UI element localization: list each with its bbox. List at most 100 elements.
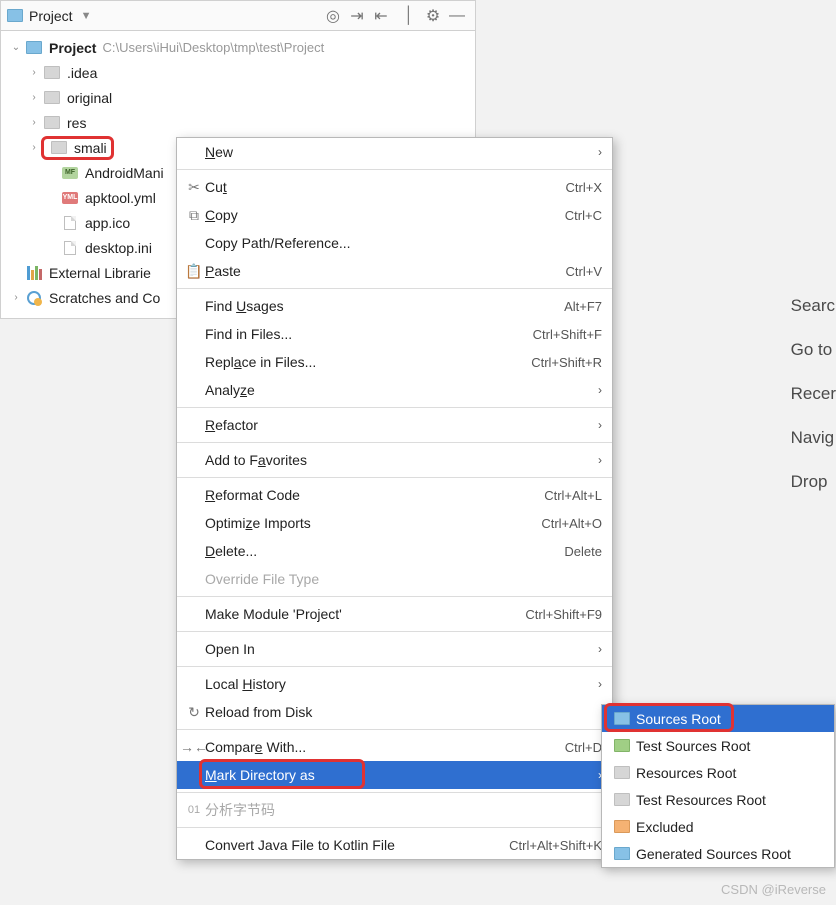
menu-item[interactable]: Mark Directory as›	[177, 761, 612, 789]
cut-icon: ✂	[183, 179, 205, 196]
project-panel-header: Project ▼ ◎ ⇥ ⇤ │ ⚙ —	[1, 1, 475, 31]
tree-root[interactable]: ⌄ Project C:\Users\iHui\Desktop\tmp\test…	[1, 35, 475, 60]
menu-item[interactable]: ✂CutCtrl+X	[177, 173, 612, 201]
menu-item-label: Make Module 'Project'	[205, 606, 342, 622]
menu-item[interactable]: ↻Reload from Disk	[177, 698, 612, 726]
menu-item[interactable]: Convert Java File to Kotlin FileCtrl+Alt…	[177, 831, 612, 859]
menu-item[interactable]: New›	[177, 138, 612, 166]
menu-item-label: Optimize Imports	[205, 515, 311, 531]
resources-root-icon	[614, 766, 630, 779]
menu-shortcut: Delete	[564, 544, 602, 559]
expand-arrow-icon[interactable]: ›	[27, 92, 41, 103]
menu-item[interactable]: Open In›	[177, 635, 612, 663]
menu-item[interactable]: Replace in Files...Ctrl+Shift+R	[177, 348, 612, 376]
chevron-right-icon: ›	[598, 383, 602, 397]
manifest-file-icon: MF	[62, 167, 78, 179]
menu-separator	[177, 827, 612, 828]
submenu-item[interactable]: Test Resources Root	[602, 786, 834, 813]
collapse-all-icon[interactable]: ⇥	[345, 4, 369, 28]
menu-item-label: Reload from Disk	[205, 704, 312, 720]
expand-arrow-icon[interactable]: ›	[27, 117, 41, 128]
menu-item-label: Delete...	[205, 543, 257, 559]
menu-separator	[177, 169, 612, 170]
tree-item[interactable]: › res	[1, 110, 475, 135]
menu-item[interactable]: Optimize Imports Ctrl+Alt+O	[177, 509, 612, 537]
submenu-item[interactable]: Test Sources Root	[602, 732, 834, 759]
expand-arrow-icon[interactable]: ›	[9, 292, 23, 303]
menu-separator	[177, 631, 612, 632]
tree-item-label: .idea	[67, 65, 97, 81]
menu-item[interactable]: Add to Favorites ›	[177, 446, 612, 474]
watermark: CSDN @iReverse	[721, 882, 826, 897]
menu-item-label: Find Usages	[205, 298, 284, 314]
menu-item[interactable]: Make Module 'Project' Ctrl+Shift+F9	[177, 600, 612, 628]
menu-separator	[177, 442, 612, 443]
chevron-down-icon[interactable]: ▼	[81, 10, 92, 22]
menu-item-label: Add to Favorites	[205, 452, 307, 468]
menu-shortcut: Ctrl+Alt+L	[544, 488, 602, 503]
menu-item[interactable]: →←Compare With... Ctrl+D	[177, 733, 612, 761]
menu-item-label: Local History	[205, 676, 286, 692]
tree-item[interactable]: › .idea	[1, 60, 475, 85]
menu-item[interactable]: 📋PasteCtrl+V	[177, 257, 612, 285]
menu-item-label: Find in Files...	[205, 326, 292, 342]
locate-icon[interactable]: ◎	[321, 4, 345, 28]
hint-text: Navig	[787, 428, 836, 448]
menu-item-label: Copy	[205, 207, 238, 223]
welcome-hints: Searc Go to Recer Navig Drop	[787, 296, 836, 516]
expand-arrow-icon[interactable]: ⌄	[9, 42, 23, 53]
tree-item[interactable]: › original	[1, 85, 475, 110]
menu-item[interactable]: ⧉CopyCtrl+C	[177, 201, 612, 229]
menu-item[interactable]: Delete... Delete	[177, 537, 612, 565]
chevron-right-icon: ›	[598, 677, 602, 691]
file-icon	[64, 241, 76, 255]
menu-item-label: Analyze	[205, 382, 255, 398]
chevron-right-icon: ›	[598, 453, 602, 467]
submenu-item[interactable]: Resources Root	[602, 759, 834, 786]
expand-all-icon[interactable]: ⇤	[369, 4, 393, 28]
chevron-right-icon: ›	[598, 418, 602, 432]
menu-shortcut: Ctrl+Shift+F9	[525, 607, 602, 622]
folder-icon	[44, 91, 60, 104]
folder-icon	[44, 116, 60, 129]
folder-icon	[26, 41, 42, 54]
minimize-icon[interactable]: —	[445, 4, 469, 28]
menu-separator	[177, 729, 612, 730]
submenu-item-label: Generated Sources Root	[636, 846, 791, 862]
settings-icon[interactable]: ⚙	[421, 4, 445, 28]
menu-item[interactable]: Local History ›	[177, 670, 612, 698]
project-panel-title[interactable]: Project	[29, 8, 73, 24]
menu-item[interactable]: Analyze ›	[177, 376, 612, 404]
tree-item-label: desktop.ini	[85, 240, 152, 256]
menu-item-label: Mark Directory as	[205, 767, 315, 783]
submenu-item[interactable]: Generated Sources Root	[602, 840, 834, 867]
menu-item[interactable]: Copy Path/Reference...	[177, 229, 612, 257]
menu-shortcut: Ctrl+Alt+O	[541, 516, 602, 531]
yml-file-icon: YML	[62, 192, 78, 204]
reload-icon: ↻	[183, 704, 205, 721]
expand-arrow-icon[interactable]: ›	[27, 67, 41, 78]
submenu-item[interactable]: Excluded	[602, 813, 834, 840]
menu-item-label: Copy Path/Reference...	[205, 235, 351, 251]
menu-item-label: 分析字节码	[205, 800, 275, 820]
menu-item[interactable]: Reformat CodeCtrl+Alt+L	[177, 481, 612, 509]
menu-separator	[177, 407, 612, 408]
menu-shortcut: Ctrl+D	[565, 740, 602, 755]
submenu-item[interactable]: Sources Root	[602, 705, 834, 732]
menu-item[interactable]: Find UsagesAlt+F7	[177, 292, 612, 320]
expand-arrow-icon[interactable]: ›	[27, 142, 41, 153]
tree-item-label: Scratches and Co	[49, 290, 160, 306]
paste-icon: 📋	[183, 263, 205, 280]
test-resources-root-icon	[614, 793, 630, 806]
compare-icon: →←	[183, 739, 205, 755]
menu-separator	[177, 792, 612, 793]
generated-sources-root-icon	[614, 847, 630, 860]
menu-shortcut: Ctrl+Shift+R	[531, 355, 602, 370]
folder-icon	[51, 141, 67, 154]
menu-item[interactable]: Refactor›	[177, 411, 612, 439]
menu-item-label: Compare With...	[205, 739, 306, 755]
hint-text: Searc	[787, 296, 836, 316]
root-path: C:\Users\iHui\Desktop\tmp\test\Project	[102, 40, 324, 55]
submenu-item-label: Test Resources Root	[636, 792, 766, 808]
menu-item[interactable]: Find in Files...Ctrl+Shift+F	[177, 320, 612, 348]
